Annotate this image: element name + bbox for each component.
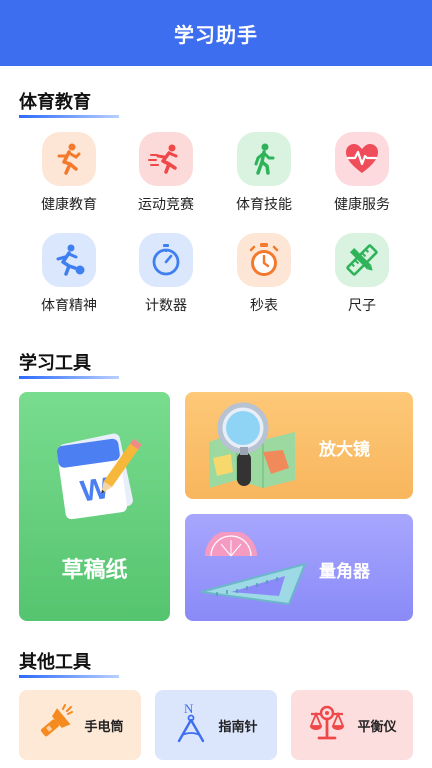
- app-header: 学习助手: [0, 0, 432, 66]
- grid-item-sports-competition[interactable]: 运动竞赛: [131, 132, 201, 214]
- protractor-icon: [197, 530, 309, 614]
- compass-card[interactable]: N 指南针: [155, 690, 277, 760]
- walker-icon: [237, 132, 291, 186]
- flashlight-label: 手电筒: [84, 719, 124, 735]
- grid-item-label: 体育技能: [236, 197, 292, 213]
- draft-paper-card[interactable]: W 草稿纸: [19, 392, 170, 621]
- protractor-card[interactable]: 量角器: [185, 514, 413, 621]
- protractor-label: 量角器: [319, 562, 370, 582]
- grid-item-sports-spirit[interactable]: 体育精神: [34, 233, 104, 315]
- heartbeat-icon: [335, 132, 389, 186]
- section-underline: [19, 675, 119, 678]
- magnifier-label: 放大镜: [319, 440, 370, 460]
- grid-item-label: 计数器: [145, 298, 187, 314]
- balance-scale-icon: [307, 704, 347, 746]
- grid-item-counter[interactable]: 计数器: [131, 233, 201, 315]
- grid-item-health-education[interactable]: 健康教育: [34, 132, 104, 214]
- grid-item-label: 健康服务: [334, 197, 390, 213]
- ruler-pencil-icon: [335, 233, 389, 287]
- soccer-player-icon: [42, 233, 96, 287]
- compass-icon: N: [174, 701, 208, 749]
- section-title-study: 学习工具: [19, 349, 119, 379]
- grid-item-label: 体育精神: [41, 298, 97, 314]
- grid-item-label: 健康教育: [41, 197, 97, 213]
- section-title-sports: 体育教育: [19, 88, 119, 118]
- grid-item-health-service[interactable]: 健康服务: [327, 132, 397, 214]
- flashlight-card[interactable]: 手电筒: [19, 690, 141, 760]
- level-meter-label: 平衡仪: [357, 719, 397, 735]
- flashlight-icon: [36, 704, 74, 746]
- grid-item-label: 尺子: [348, 298, 376, 314]
- level-meter-card[interactable]: 平衡仪: [291, 690, 413, 760]
- grid-item-sports-skills[interactable]: 体育技能: [229, 132, 299, 214]
- sprinter-icon: [139, 132, 193, 186]
- grid-item-ruler[interactable]: 尺子: [327, 233, 397, 315]
- runner-icon: [42, 132, 96, 186]
- section-title-sports-text: 体育教育: [19, 92, 91, 113]
- draft-paper-label: 草稿纸: [61, 558, 128, 583]
- notebook-pencil-icon: W: [49, 430, 149, 526]
- grid-item-label: 秒表: [250, 298, 278, 314]
- section-title-other-text: 其他工具: [19, 652, 91, 673]
- section-title-study-text: 学习工具: [19, 353, 91, 374]
- section-underline: [19, 115, 119, 118]
- stopwatch-icon: [139, 233, 193, 287]
- magnifier-map-icon: [203, 402, 303, 498]
- magnifier-card[interactable]: 放大镜: [185, 392, 413, 499]
- section-underline: [19, 376, 119, 379]
- timer-icon: [237, 233, 291, 287]
- page-title: 学习助手: [174, 22, 258, 47]
- svg-text:N: N: [184, 701, 194, 716]
- grid-item-label: 运动竞赛: [138, 197, 194, 213]
- grid-item-stopwatch[interactable]: 秒表: [229, 233, 299, 315]
- section-title-other: 其他工具: [19, 648, 119, 678]
- compass-label: 指南针: [218, 719, 258, 735]
